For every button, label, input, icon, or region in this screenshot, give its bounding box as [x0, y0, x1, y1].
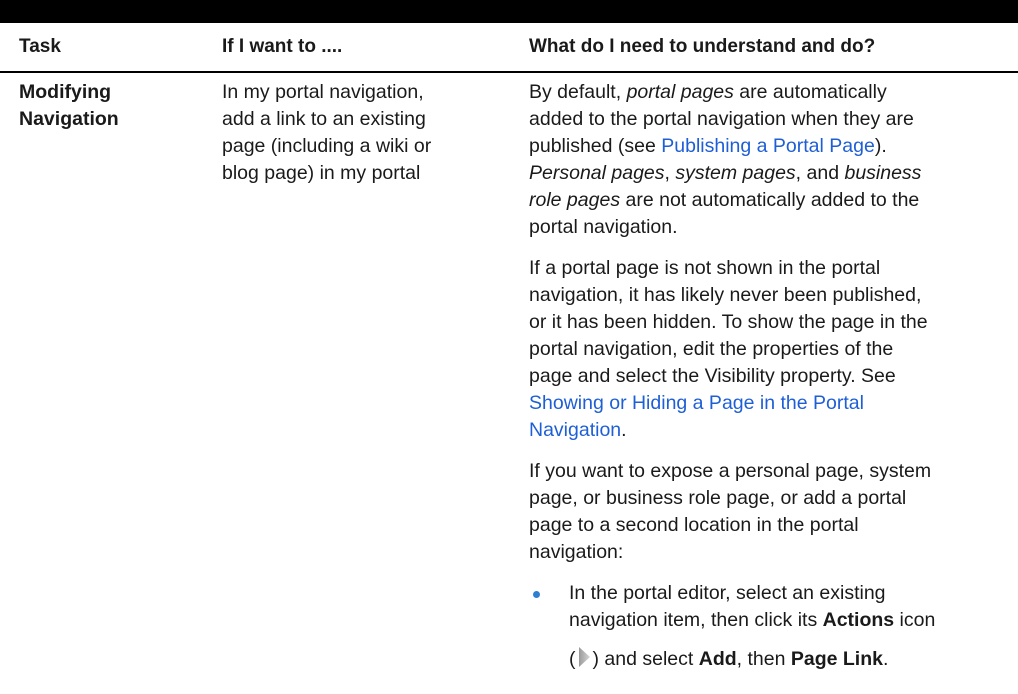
- text: navigation, it has likely never been pub…: [529, 284, 922, 306]
- header-what-to-do: What do I need to understand and do?: [529, 36, 876, 57]
- term-personal-pages: Personal pages: [529, 162, 665, 184]
- text: ,: [664, 162, 676, 184]
- top-rule: [0, 0, 1018, 23]
- text: By default,: [529, 81, 627, 103]
- want-line: blog page) in my portal: [222, 162, 421, 184]
- header-if-i-want: If I want to ....: [222, 36, 343, 57]
- paragraph-expose: If you want to expose a personal page, s…: [529, 458, 1018, 566]
- want-cell: In my portal navigation, add a link to a…: [222, 79, 512, 187]
- text: added to the portal navigation when they…: [529, 108, 914, 130]
- term-role-pages: role pages: [529, 189, 621, 211]
- text: ) and select: [592, 648, 699, 670]
- text: navigation item, then click its: [569, 609, 823, 631]
- link-text: Navigation: [529, 419, 622, 441]
- icon-line: ( ) and select Add, then Page Link.: [569, 646, 1018, 673]
- text: or it has been hidden. To show the page …: [529, 311, 928, 333]
- text: If you want to expose a personal page, s…: [529, 460, 932, 482]
- text: icon: [894, 609, 936, 631]
- text: page to a second location in the portal: [529, 514, 859, 536]
- text: .: [621, 419, 627, 441]
- text: published (see: [529, 135, 662, 157]
- link-text: Showing or Hiding a Page in the Portal: [529, 392, 864, 414]
- want-line: page (including a wiki or: [222, 135, 432, 157]
- text: , then: [736, 648, 791, 670]
- term-page-link: Page Link: [790, 648, 883, 670]
- actions-icon: [577, 646, 592, 668]
- text: portal navigation.: [529, 216, 678, 238]
- text: If a portal page is not shown in the por…: [529, 257, 881, 279]
- bullet-icon: [533, 591, 540, 598]
- text: are not automatically added to the: [620, 189, 920, 211]
- text: are automatically: [733, 81, 887, 103]
- want-line: add a link to an existing: [222, 108, 426, 130]
- text: page, or business role page, or add a po…: [529, 487, 907, 509]
- showing-hiding-page-link[interactable]: Showing or Hiding a Page in the Portal Na…: [529, 392, 864, 441]
- list-item: In the portal editor, select an existing…: [529, 580, 1018, 673]
- text: In the portal editor, select an existing: [569, 582, 886, 604]
- term-portal-pages: portal pages: [626, 81, 734, 103]
- text: portal navigation, edit the properties o…: [529, 338, 894, 360]
- text: page and select the Visibility property.…: [529, 365, 896, 387]
- task-line: Modifying: [19, 81, 112, 103]
- header-rule: [0, 71, 1018, 73]
- text: , and: [795, 162, 845, 184]
- paragraph-not-shown: If a portal page is not shown in the por…: [529, 255, 1018, 444]
- term-actions: Actions: [822, 609, 895, 631]
- task-line: Navigation: [19, 108, 119, 130]
- header-task: Task: [19, 36, 61, 57]
- term-system-pages: system pages: [675, 162, 796, 184]
- what-to-do-cell: By default, portal pages are automatical…: [529, 79, 1018, 673]
- term-add: Add: [698, 648, 737, 670]
- text: .: [882, 648, 889, 670]
- want-line: In my portal navigation,: [222, 81, 424, 103]
- task-cell: Modifying Navigation: [19, 79, 204, 133]
- paragraph-default: By default, portal pages are automatical…: [529, 79, 1018, 241]
- text: navigation:: [529, 541, 624, 563]
- text: (: [569, 648, 576, 670]
- text: ).: [874, 135, 887, 157]
- publishing-portal-page-link[interactable]: Publishing a Portal Page: [661, 135, 875, 157]
- term-business: business: [844, 162, 922, 184]
